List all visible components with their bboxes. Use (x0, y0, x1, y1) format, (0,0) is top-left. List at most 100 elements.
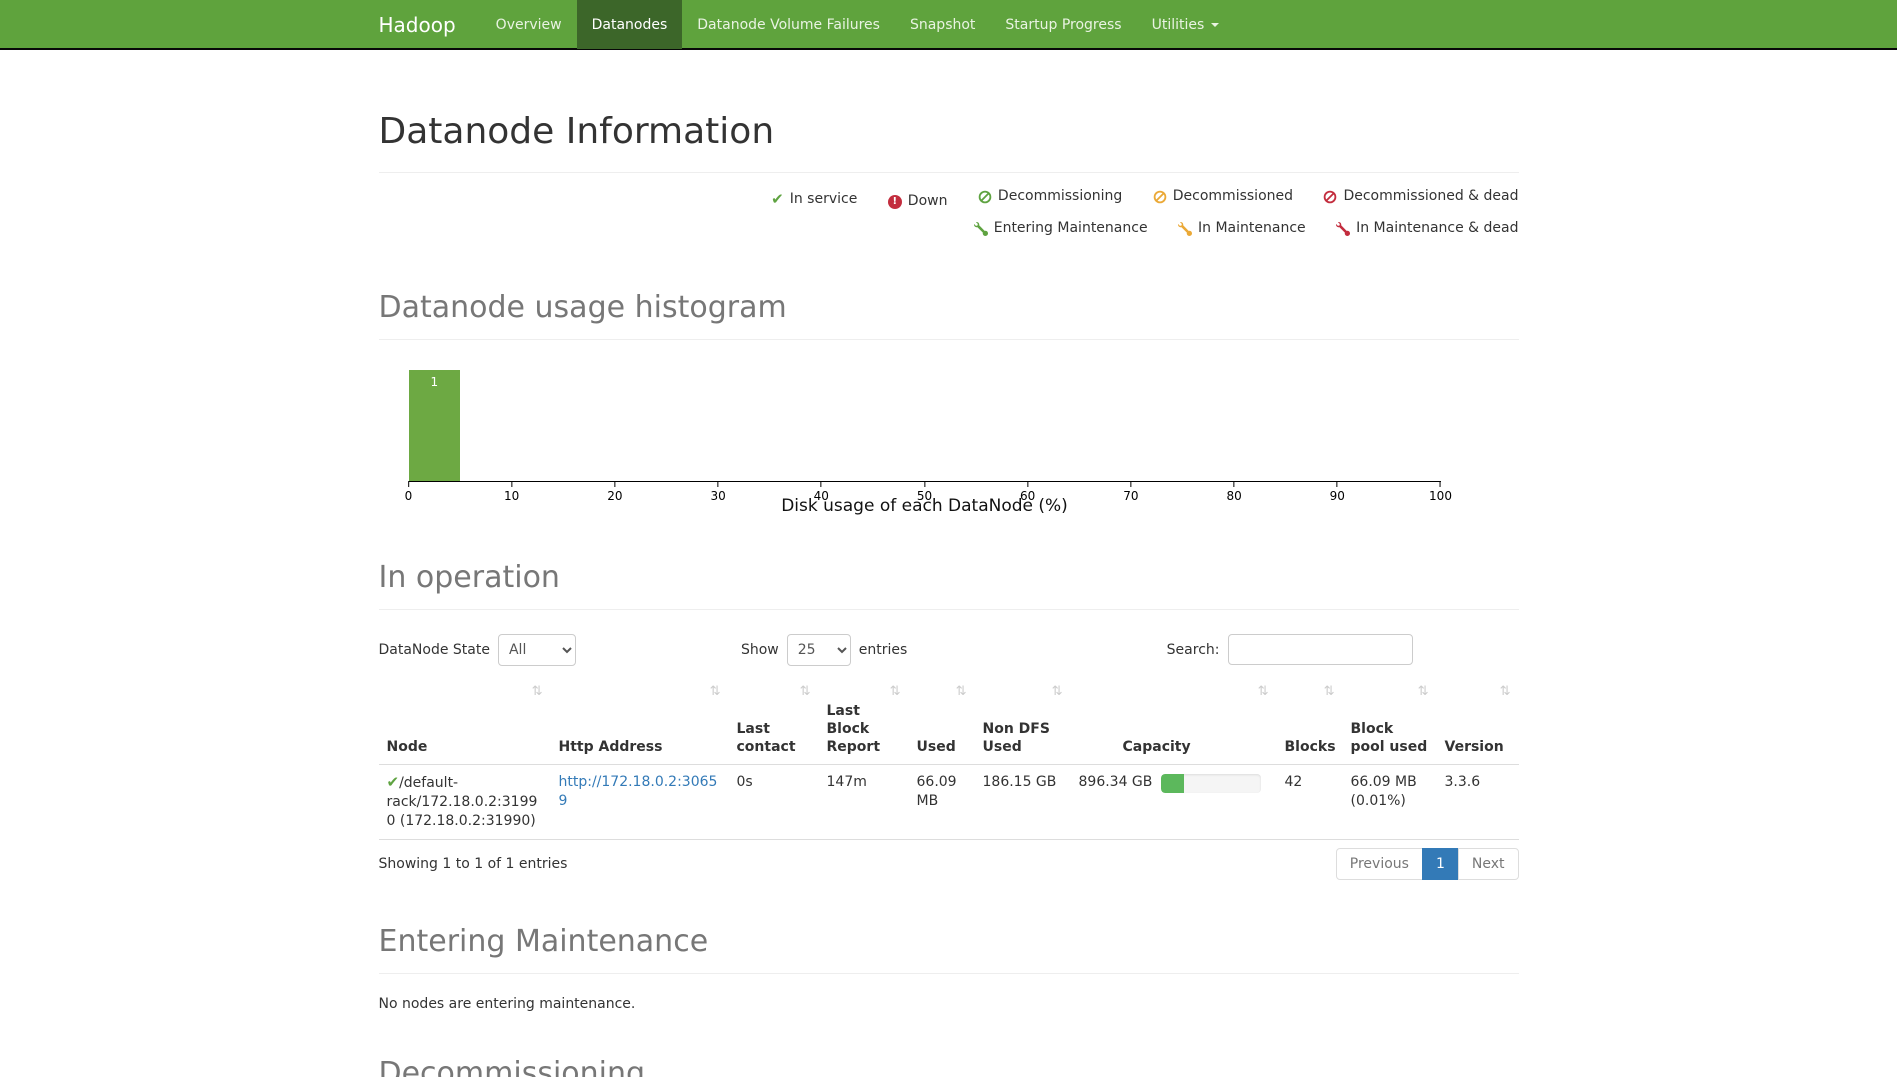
histogram-section-title: Datanode usage histogram (379, 290, 1519, 325)
show-label: Show (741, 642, 779, 658)
page-title: Datanode Information (379, 111, 1519, 152)
decommissioning-section-title: Decommissioning (379, 1056, 1519, 1077)
sort-icon[interactable]: ⇅ (800, 683, 811, 701)
datanode-state-select[interactable]: All (498, 634, 576, 666)
divider (379, 973, 1519, 974)
sort-icon[interactable]: ⇅ (1324, 683, 1335, 701)
legend-decommissioning: Decommissioning (978, 183, 1122, 210)
search-input[interactable] (1228, 634, 1413, 665)
wrench-icon (1336, 222, 1350, 236)
legend-in-maintenance-dead: In Maintenance & dead (1336, 215, 1518, 242)
nav-list: Overview Datanodes Datanode Volume Failu… (481, 0, 1235, 49)
nav-item-datanodes[interactable]: Datanodes (577, 0, 683, 49)
nav-item-startup-progress[interactable]: Startup Progress (990, 0, 1136, 49)
table-controls: DataNode State All Show 25 entries Searc… (379, 634, 1519, 666)
column-header-non-dfs-used[interactable]: Non DFS Used⇅ (975, 678, 1071, 765)
x-axis-tick: 10 (504, 481, 519, 503)
search-group: Search: (1167, 634, 1413, 665)
column-header-used[interactable]: Used⇅ (909, 678, 975, 765)
histogram-bar: 1 (409, 370, 461, 481)
column-header-block-pool-used[interactable]: Block pool used⇅ (1343, 678, 1437, 765)
datanode-usage-histogram: 1 0 10 20 30 40 50 60 70 80 90 100 Disk … (379, 370, 1519, 516)
cell-block-pool-used: 66.09 MB (0.01%) (1343, 764, 1437, 839)
sort-icon[interactable]: ⇅ (1418, 683, 1429, 701)
sort-icon[interactable]: ⇅ (1500, 683, 1511, 701)
wrench-icon (1178, 222, 1192, 236)
capacity-progress-bar (1161, 774, 1261, 793)
nav-item-snapshot[interactable]: Snapshot (895, 0, 990, 49)
cell-used: 66.09 MB (909, 764, 975, 839)
status-legend: ✔ In service ! Down Decommissioning Deco… (379, 183, 1519, 246)
x-axis-tick: 0 (405, 481, 413, 503)
previous-page-button[interactable]: Previous (1336, 848, 1423, 880)
legend-down: ! Down (888, 188, 948, 215)
divider (379, 172, 1519, 173)
table-footer: Showing 1 to 1 of 1 entries Previous 1 N… (379, 848, 1519, 880)
show-entries-select[interactable]: 25 (787, 634, 851, 666)
datanode-state-label: DataNode State (379, 642, 490, 658)
column-header-version[interactable]: Version⇅ (1437, 678, 1519, 765)
page-1-button[interactable]: 1 (1422, 848, 1459, 880)
legend-in-service: ✔ In service (771, 186, 857, 213)
column-header-last-contact[interactable]: Last contact⇅ (729, 678, 819, 765)
nav-item-datanode-volume-failures[interactable]: Datanode Volume Failures (682, 0, 895, 49)
x-axis-tick: 80 (1226, 481, 1241, 503)
x-axis-tick: 30 (710, 481, 725, 503)
capacity-progress-fill (1161, 774, 1184, 793)
column-header-http-address[interactable]: Http Address⇅ (551, 678, 729, 765)
x-axis-tick: 40 (814, 481, 829, 503)
entering-maintenance-section-title: Entering Maintenance (379, 924, 1519, 959)
exclamation-circle-icon: ! (888, 195, 902, 209)
legend-entering-maintenance: Entering Maintenance (974, 215, 1148, 242)
histogram-plot-area: 1 0 10 20 30 40 50 60 70 80 90 100 (409, 370, 1441, 482)
column-header-node[interactable]: Node⇅ (379, 678, 551, 765)
cell-node: ✔/default-rack/172.18.0.2:31990 (172.18.… (379, 764, 551, 839)
table-row: ✔/default-rack/172.18.0.2:31990 (172.18.… (379, 764, 1519, 839)
sort-icon[interactable]: ⇅ (1258, 683, 1269, 701)
cell-http-address: http://172.18.0.2:30659 (551, 764, 729, 839)
entries-label: entries (859, 642, 908, 658)
http-address-link[interactable]: http://172.18.0.2:30659 (559, 774, 718, 809)
caret-down-icon (1211, 23, 1219, 27)
in-operation-section-title: In operation (379, 560, 1519, 595)
cell-non-dfs-used: 186.15 GB (975, 764, 1071, 839)
sort-icon[interactable]: ⇅ (1052, 683, 1063, 701)
sort-icon[interactable]: ⇅ (956, 683, 967, 701)
x-axis-tick: 20 (607, 481, 622, 503)
pagination: Previous 1 Next (1337, 848, 1519, 880)
cell-last-block-report: 147m (819, 764, 909, 839)
cell-capacity: 896.34 GB (1071, 764, 1277, 839)
divider (379, 609, 1519, 610)
sort-icon[interactable]: ⇅ (710, 683, 721, 701)
bar-value-label: 1 (430, 375, 438, 389)
brand-hadoop[interactable]: Hadoop (379, 0, 471, 49)
entering-maintenance-empty-message: No nodes are entering maintenance. (379, 996, 1519, 1012)
datanodes-table: Node⇅ Http Address⇅ Last contact⇅ Last B… (379, 678, 1519, 840)
cell-blocks: 42 (1277, 764, 1343, 839)
cell-last-contact: 0s (729, 764, 819, 839)
showing-entries-text: Showing 1 to 1 of 1 entries (379, 856, 568, 872)
x-axis-tick: 50 (917, 481, 932, 503)
check-icon: ✔ (387, 773, 400, 791)
legend-decommissioned-dead: Decommissioned & dead (1323, 183, 1518, 210)
column-header-blocks[interactable]: Blocks⇅ (1277, 678, 1343, 765)
x-axis-tick: 60 (1020, 481, 1035, 503)
sort-icon[interactable]: ⇅ (532, 683, 543, 701)
nav-item-overview[interactable]: Overview (481, 0, 577, 49)
nav-item-utilities[interactable]: Utilities (1137, 0, 1235, 49)
sort-icon[interactable]: ⇅ (890, 683, 901, 701)
next-page-button[interactable]: Next (1458, 848, 1519, 880)
top-navbar: Hadoop Overview Datanodes Datanode Volum… (0, 0, 1897, 50)
show-entries-group: Show 25 entries (741, 634, 907, 666)
x-axis-tick: 100 (1429, 481, 1452, 503)
ban-circle-icon (1323, 190, 1337, 204)
divider (379, 339, 1519, 340)
x-axis-tick: 70 (1123, 481, 1138, 503)
ban-circle-icon (978, 190, 992, 204)
ban-circle-icon (1153, 190, 1167, 204)
column-header-capacity[interactable]: Capacity⇅ (1071, 678, 1277, 765)
x-axis-tick: 90 (1330, 481, 1345, 503)
cell-version: 3.3.6 (1437, 764, 1519, 839)
column-header-last-block-report[interactable]: Last Block Report⇅ (819, 678, 909, 765)
wrench-icon (974, 222, 988, 236)
